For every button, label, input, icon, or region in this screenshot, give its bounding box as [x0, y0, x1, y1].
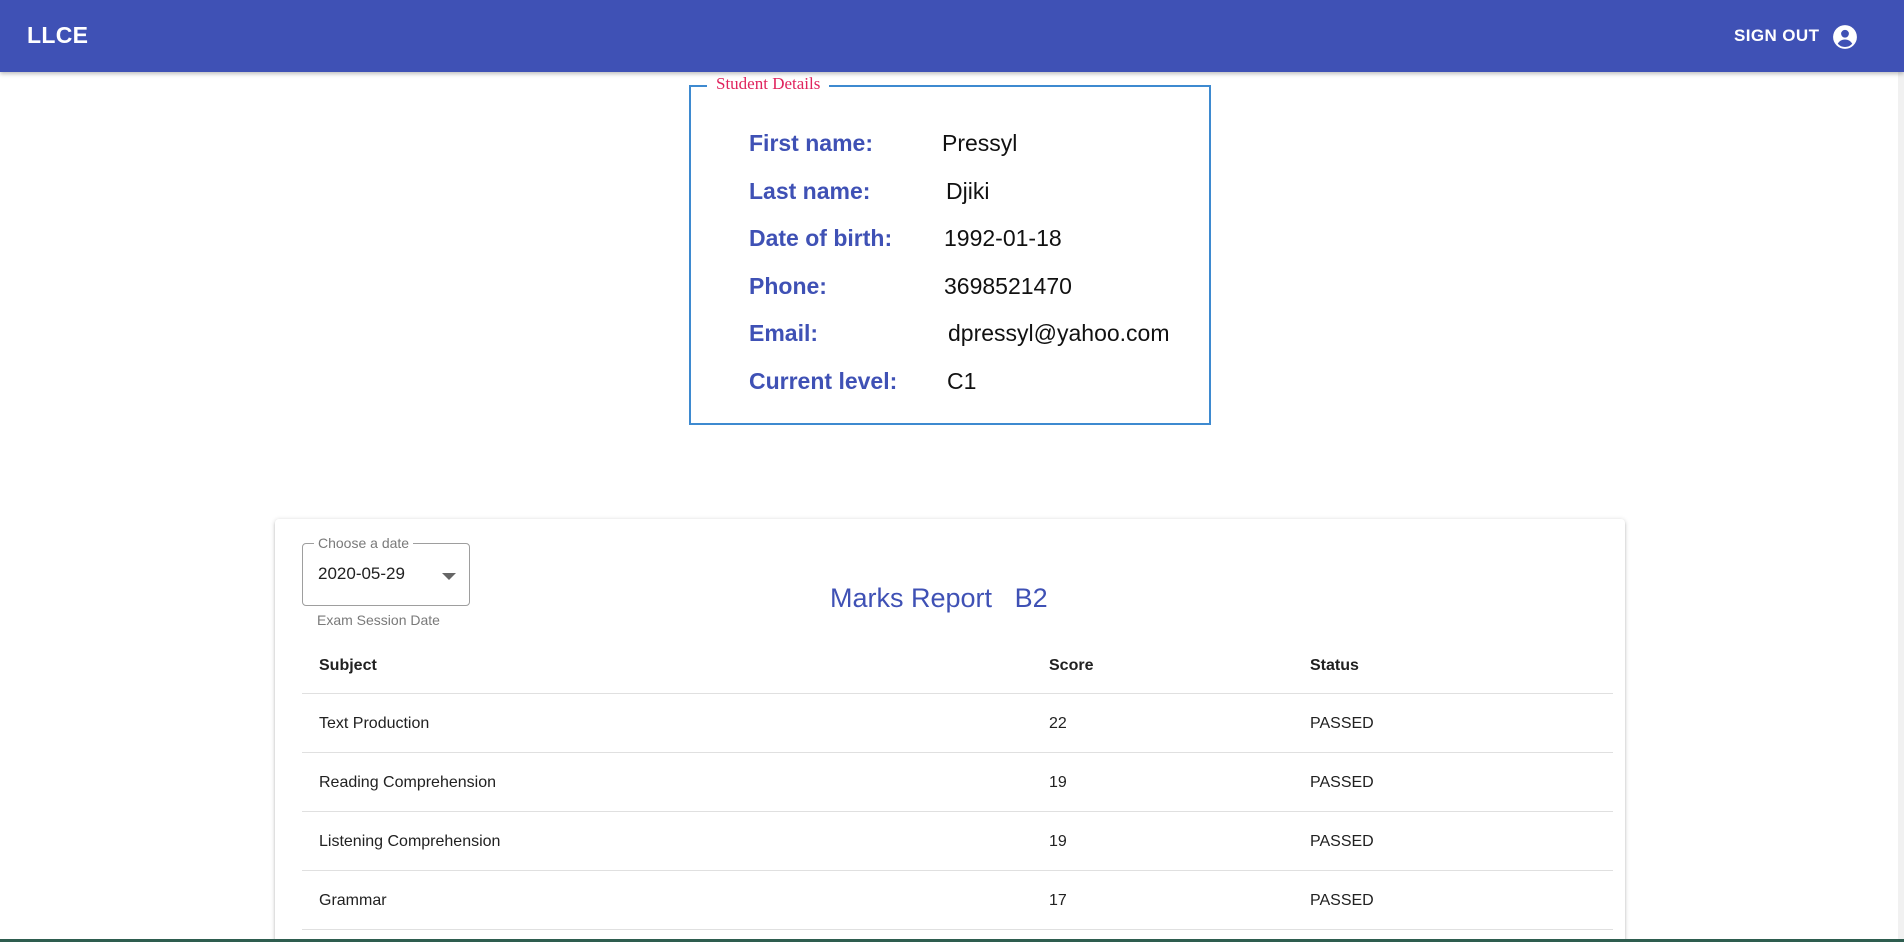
column-header-subject[interactable]: Subject — [319, 638, 377, 694]
page-scrollbar[interactable] — [1898, 72, 1904, 942]
column-header-score[interactable]: Score — [1049, 638, 1093, 694]
app-bar: LLCE SIGN OUT — [0, 0, 1904, 72]
detail-label: Phone: — [749, 273, 827, 299]
detail-value: 3698521470 — [944, 273, 1072, 299]
detail-value: 1992-01-18 — [944, 225, 1062, 251]
report-title: Marks Report B2 — [830, 583, 1048, 614]
exam-date-select[interactable]: Choose a date 2020-05-29 — [302, 535, 470, 606]
marks-report-card: Choose a date 2020-05-29 Exam Session Da… — [275, 519, 1625, 942]
detail-value: dpressyl@yahoo.com — [948, 320, 1170, 346]
sign-out-button[interactable]: SIGN OUT — [1734, 26, 1819, 46]
subject-cell: Grammar — [319, 892, 387, 909]
detail-value: C1 — [947, 368, 977, 394]
status-cell: PASSED — [1310, 715, 1374, 732]
detail-label: Current level: — [749, 368, 898, 394]
date-select-value: 2020-05-29 — [318, 564, 405, 583]
detail-label: Date of birth: — [749, 225, 893, 251]
app-brand[interactable]: LLCE — [27, 22, 88, 49]
dropdown-arrow-icon[interactable] — [442, 573, 456, 580]
report-level: B2 — [1014, 583, 1048, 613]
student-details-legend: Student Details — [707, 74, 830, 94]
status-cell: PASSED — [1310, 892, 1374, 909]
status-cell: PASSED — [1310, 833, 1374, 850]
subject-cell: Listening Comprehension — [319, 833, 501, 850]
date-select-label: Choose a date — [314, 535, 414, 551]
column-header-status[interactable]: Status — [1310, 638, 1359, 694]
marks-table: Subject Score Status Text Production 22 … — [302, 638, 1613, 930]
score-cell: 19 — [1049, 774, 1067, 791]
subject-cell: Text Production — [319, 715, 430, 732]
table-header-row: Subject Score Status — [302, 638, 1613, 694]
detail-value: Djiki — [946, 178, 990, 204]
score-cell: 22 — [1049, 715, 1067, 732]
subject-cell: Reading Comprehension — [319, 774, 496, 791]
score-cell: 17 — [1049, 892, 1067, 909]
detail-label: Email: — [749, 320, 819, 346]
score-cell: 19 — [1049, 833, 1067, 850]
student-details-panel: Student Details First name: Pressyl Last… — [689, 74, 1211, 425]
report-title-text: Marks Report — [830, 583, 993, 613]
table-row: Grammar 17 PASSED — [302, 871, 1613, 930]
table-row: Reading Comprehension 19 PASSED — [302, 753, 1613, 812]
table-row: Text Production 22 PASSED — [302, 694, 1613, 753]
account-circle-icon[interactable] — [1832, 24, 1858, 50]
table-row: Listening Comprehension 19 PASSED — [302, 812, 1613, 871]
detail-label: First name: — [749, 130, 873, 156]
detail-value: Pressyl — [942, 130, 1018, 156]
date-select-hint: Exam Session Date — [317, 612, 440, 628]
detail-label: Last name: — [749, 178, 871, 204]
status-cell: PASSED — [1310, 774, 1374, 791]
